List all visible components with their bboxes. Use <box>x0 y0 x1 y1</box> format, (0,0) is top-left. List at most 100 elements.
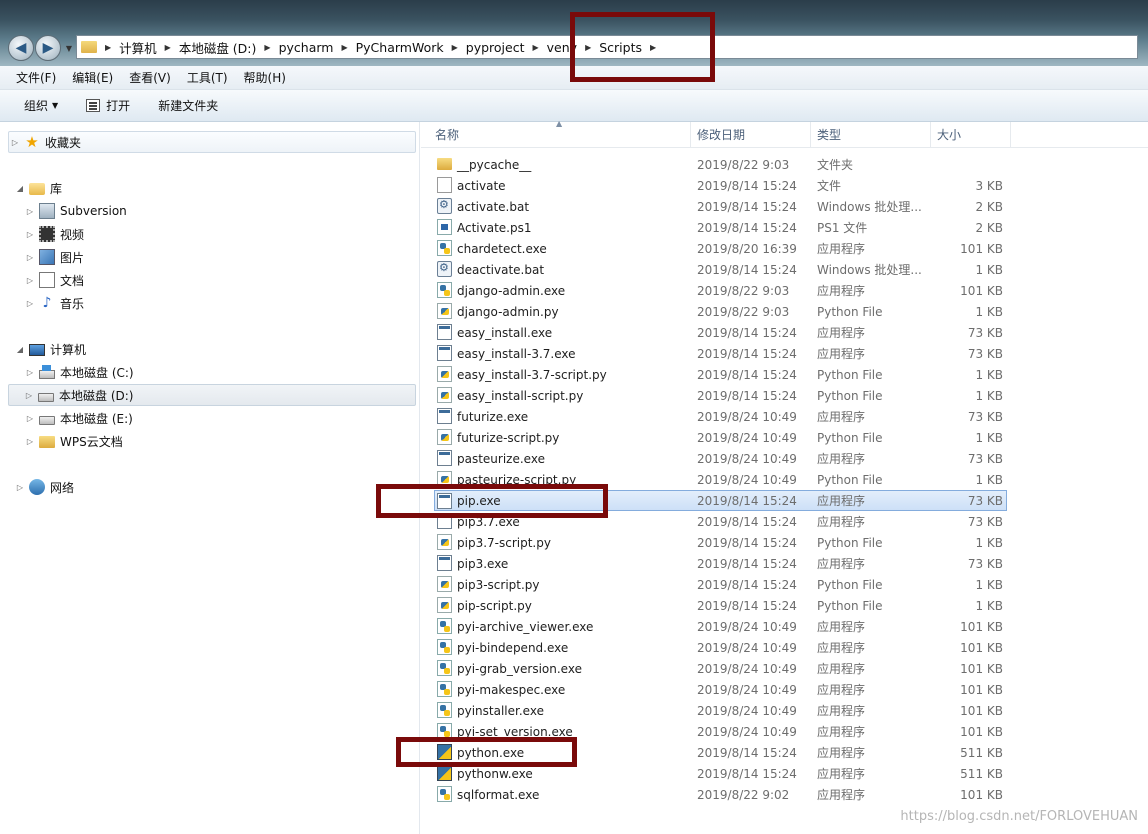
music-icon: ♪ <box>42 295 52 311</box>
file-date: 2019/8/14 15:24 <box>697 556 797 571</box>
file-row[interactable]: __pycache__ 2019/8/22 9:03 文件夹 <box>421 154 1148 175</box>
chevron-right-icon[interactable]: ▶ <box>532 43 538 52</box>
expand-icon[interactable]: ▷ <box>23 391 35 400</box>
expand-icon[interactable]: ▷ <box>24 276 36 285</box>
file-type: 文件夹 <box>817 158 854 172</box>
file-date: 2019/8/24 10:49 <box>697 682 797 697</box>
nav-item-wps-cloud[interactable]: ▷ WPS云文档 <box>24 430 123 452</box>
file-row[interactable]: Activate.ps1 2019/8/14 15:24 PS1 文件 2 KB <box>421 217 1148 238</box>
file-row[interactable]: activate 2019/8/14 15:24 文件 3 KB <box>421 175 1148 196</box>
file-row[interactable]: easy_install-3.7.exe 2019/8/14 15:24 应用程序 7… <box>421 343 1148 364</box>
column-size[interactable]: 大小 <box>931 122 1011 148</box>
breadcrumb-item[interactable]: pyproject ▶ <box>466 40 547 55</box>
file-date: 2019/8/14 15:24 <box>697 745 797 760</box>
file-size: 1 KB <box>975 262 1003 277</box>
nav-item-favorites[interactable]: ▷ ★ 收藏夹 <box>8 131 416 153</box>
file-row[interactable]: easy_install-script.py 2019/8/14 15:24 Pyt… <box>421 385 1148 406</box>
nav-label: 本地磁盘 (E:) <box>60 411 133 426</box>
chevron-right-icon[interactable]: ▶ <box>165 43 171 52</box>
file-row[interactable]: pip3.exe 2019/8/14 15:24 应用程序 73 KB <box>421 553 1148 574</box>
file-name: futurize-script.py <box>457 430 560 445</box>
file-row[interactable]: activate.bat 2019/8/14 15:24 Windows 批处理..… <box>421 196 1148 217</box>
chevron-right-icon[interactable]: ▶ <box>264 43 270 52</box>
file-row[interactable]: pip3-script.py 2019/8/14 15:24 Python File… <box>421 574 1148 595</box>
nav-label: 本地磁盘 (C:) <box>60 365 134 380</box>
menu-tools[interactable]: 工具(T) <box>187 69 228 86</box>
file-name: __pycache__ <box>457 157 532 172</box>
nav-item-videos[interactable]: ▷ 视频 <box>24 223 84 245</box>
file-row[interactable]: django-admin.exe 2019/8/22 9:03 应用程序 101 KB <box>421 280 1148 301</box>
chevron-right-icon[interactable]: ▶ <box>341 43 347 52</box>
file-size: 511 KB <box>960 745 1003 760</box>
file-row[interactable]: pip-script.py 2019/8/14 15:24 Python File 1… <box>421 595 1148 616</box>
menu-edit[interactable]: 编辑(E) <box>72 69 113 86</box>
expand-icon[interactable]: ▷ <box>9 138 21 147</box>
breadcrumb-sep-start[interactable]: ▶ <box>105 43 119 52</box>
folder-icon <box>437 158 452 170</box>
nav-item-drive-c[interactable]: ▷ 本地磁盘 (C:) <box>24 361 134 383</box>
file-name: deactivate.bat <box>457 262 545 277</box>
back-button[interactable]: ◀ <box>8 35 34 61</box>
file-date: 2019/8/14 15:24 <box>697 388 797 403</box>
nav-item-subversion[interactable]: ▷ Subversion <box>24 200 127 222</box>
column-date[interactable]: 修改日期 <box>691 122 811 148</box>
collapse-icon[interactable]: ◢ <box>14 345 26 354</box>
file-row[interactable]: futurize.exe 2019/8/24 10:49 应用程序 73 KB <box>421 406 1148 427</box>
nav-item-network[interactable]: ▷ 网络 <box>14 476 74 498</box>
expand-icon[interactable]: ▷ <box>24 414 36 423</box>
nav-item-documents[interactable]: ▷ 文档 <box>24 269 84 291</box>
new-folder-button[interactable]: 新建文件夹 <box>158 97 218 114</box>
expand-icon[interactable]: ▷ <box>14 483 26 492</box>
nav-item-drive-e[interactable]: ▷ 本地磁盘 (E:) <box>24 407 133 429</box>
expand-icon[interactable]: ▷ <box>24 299 36 308</box>
nav-item-music[interactable]: ▷ ♪ 音乐 <box>24 292 84 314</box>
expand-icon[interactable]: ▷ <box>24 368 36 377</box>
column-name[interactable]: 名称 <box>429 122 691 148</box>
forward-button[interactable]: ▶ <box>35 35 61 61</box>
file-size: 101 KB <box>960 787 1003 802</box>
file-name: easy_install-3.7.exe <box>457 346 576 361</box>
file-row[interactable]: pip3.7-script.py 2019/8/14 15:24 Python Fi… <box>421 532 1148 553</box>
chevron-right-icon[interactable]: ▶ <box>452 43 458 52</box>
expand-icon[interactable]: ▷ <box>24 253 36 262</box>
nav-item-drive-d[interactable]: ▷ 本地磁盘 (D:) <box>8 384 416 406</box>
breadcrumb-item[interactable]: pycharm ▶ <box>279 40 356 55</box>
file-row[interactable]: pyinstaller.exe 2019/8/24 10:49 应用程序 101 KB <box>421 700 1148 721</box>
nav-item-computer[interactable]: ◢ 计算机 <box>14 338 86 360</box>
file-row[interactable]: sqlformat.exe 2019/8/22 9:02 应用程序 101 KB <box>421 784 1148 805</box>
file-row[interactable]: futurize-script.py 2019/8/24 10:49 Python … <box>421 427 1148 448</box>
column-type[interactable]: 类型 <box>811 122 931 148</box>
breadcrumb-item[interactable]: 本地磁盘 (D:) ▶ <box>179 38 279 57</box>
file-type: 应用程序 <box>817 347 866 361</box>
file-row[interactable]: django-admin.py 2019/8/22 9:03 Python File… <box>421 301 1148 322</box>
menu-view[interactable]: 查看(V) <box>129 69 171 86</box>
expand-icon[interactable]: ▷ <box>24 207 36 216</box>
breadcrumb-item[interactable]: PyCharmWork ▶ <box>356 40 466 55</box>
file-icon <box>437 177 452 193</box>
file-row[interactable]: pasteurize.exe 2019/8/24 10:49 应用程序 73 KB <box>421 448 1148 469</box>
organize-button[interactable]: 组织 ▼ <box>24 97 58 114</box>
chevron-down-icon: ▼ <box>65 43 73 53</box>
collapse-icon[interactable]: ◢ <box>14 184 26 193</box>
nav-item-pictures[interactable]: ▷ 图片 <box>24 246 84 268</box>
menu-help[interactable]: 帮助(H) <box>244 69 286 86</box>
open-button[interactable]: 打开 <box>86 97 130 114</box>
nav-item-libraries[interactable]: ◢ 库 <box>14 177 62 199</box>
expand-icon[interactable]: ▷ <box>24 230 36 239</box>
file-row[interactable]: pyi-grab_version.exe 2019/8/24 10:49 应用程序 1… <box>421 658 1148 679</box>
expand-icon[interactable]: ▷ <box>24 437 36 446</box>
file-date: 2019/8/14 15:24 <box>697 535 797 550</box>
file-row[interactable]: pyi-makespec.exe 2019/8/24 10:49 应用程序 101 K… <box>421 679 1148 700</box>
organize-label: 组织 <box>24 99 49 113</box>
file-row[interactable]: easy_install.exe 2019/8/14 15:24 应用程序 73 KB <box>421 322 1148 343</box>
file-date: 2019/8/22 9:03 <box>697 283 790 298</box>
file-row[interactable]: pyi-bindepend.exe 2019/8/24 10:49 应用程序 101 … <box>421 637 1148 658</box>
file-row[interactable]: chardetect.exe 2019/8/20 16:39 应用程序 101 KB <box>421 238 1148 259</box>
breadcrumb-item[interactable]: 计算机 ▶ <box>119 38 179 57</box>
file-row[interactable]: easy_install-3.7-script.py 2019/8/14 15:2… <box>421 364 1148 385</box>
recent-pages-dropdown[interactable]: ▼ <box>63 35 75 61</box>
file-date: 2019/8/14 15:24 <box>697 577 797 592</box>
file-row[interactable]: pyi-archive_viewer.exe 2019/8/24 10:49 应用程… <box>421 616 1148 637</box>
file-row[interactable]: deactivate.bat 2019/8/14 15:24 Windows 批处理… <box>421 259 1148 280</box>
menu-file[interactable]: 文件(F) <box>16 69 56 86</box>
